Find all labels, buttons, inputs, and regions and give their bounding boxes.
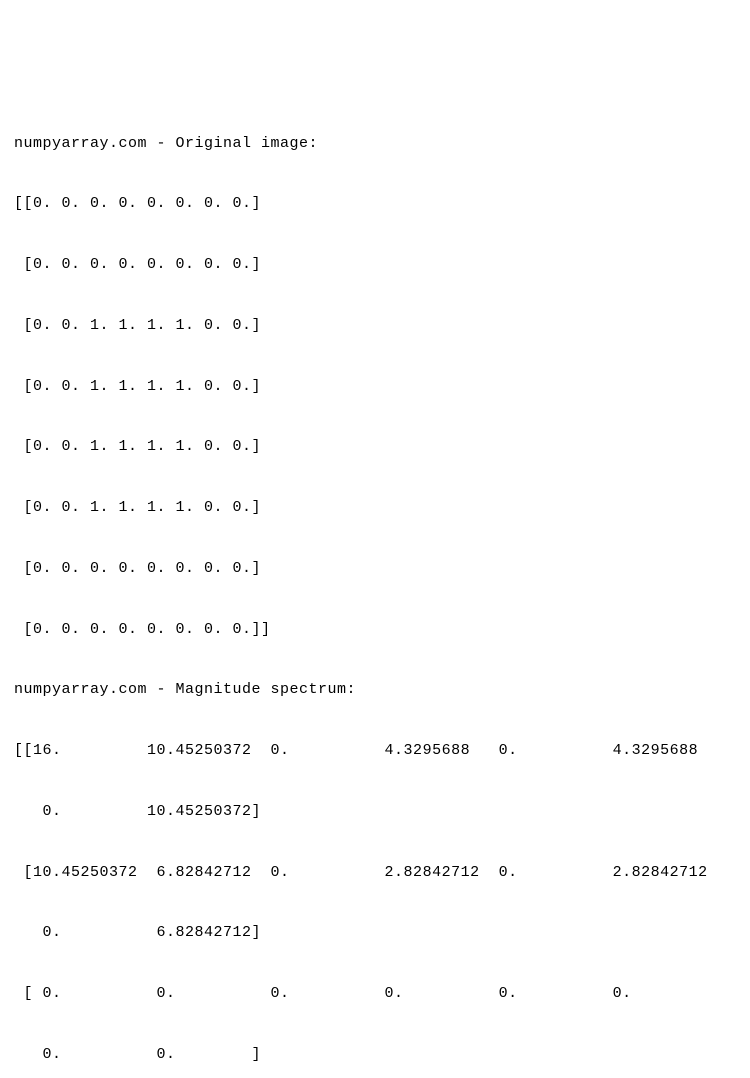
magnitude-spectrum-row: 0. 10.45250372]: [14, 802, 736, 822]
original-image-row: [0. 0. 0. 0. 0. 0. 0. 0.]: [14, 255, 736, 275]
magnitude-spectrum-row: [[16. 10.45250372 0. 4.3295688 0. 4.3295…: [14, 741, 736, 761]
section1-title: numpyarray.com - Original image:: [14, 134, 736, 154]
magnitude-spectrum-row: 0. 0. ]: [14, 1045, 736, 1065]
original-image-row: [0. 0. 1. 1. 1. 1. 0. 0.]: [14, 316, 736, 336]
original-image-row: [0. 0. 1. 1. 1. 1. 0. 0.]: [14, 437, 736, 457]
original-image-row: [0. 0. 1. 1. 1. 1. 0. 0.]: [14, 498, 736, 518]
original-image-row: [0. 0. 0. 0. 0. 0. 0. 0.]]: [14, 620, 736, 640]
console-output: numpyarray.com - Original image: [[0. 0.…: [14, 93, 736, 1078]
original-image-row: [0. 0. 1. 1. 1. 1. 0. 0.]: [14, 377, 736, 397]
section2-title: numpyarray.com - Magnitude spectrum:: [14, 680, 736, 700]
magnitude-spectrum-row: [10.45250372 6.82842712 0. 2.82842712 0.…: [14, 863, 736, 883]
original-image-row: [[0. 0. 0. 0. 0. 0. 0. 0.]: [14, 194, 736, 214]
magnitude-spectrum-row: 0. 6.82842712]: [14, 923, 736, 943]
magnitude-spectrum-row: [ 0. 0. 0. 0. 0. 0.: [14, 984, 736, 1004]
original-image-row: [0. 0. 0. 0. 0. 0. 0. 0.]: [14, 559, 736, 579]
